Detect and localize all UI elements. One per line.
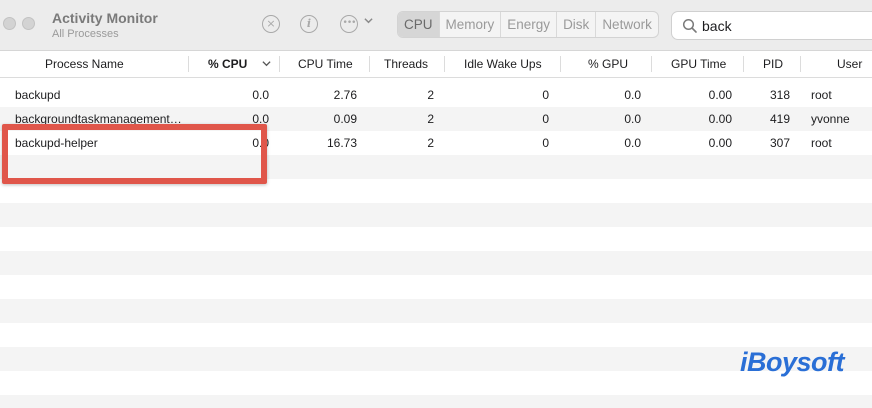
column-divider[interactable] (800, 56, 801, 72)
cpu-time: 16.73 (326, 136, 357, 150)
column-header-gpu-time[interactable]: GPU Time (671, 51, 726, 77)
empty-row (0, 203, 872, 227)
cpu-time: 0.09 (333, 112, 357, 126)
search-input[interactable] (702, 17, 872, 35)
toolbar: Activity Monitor All Processes × i ••• C… (0, 0, 872, 51)
threads: 2 (427, 112, 434, 126)
gpu-time: 0.00 (708, 88, 732, 102)
gpu-percent: 0.0 (624, 136, 641, 150)
window-title: Activity Monitor (52, 10, 158, 26)
column-header-idle-wake-ups[interactable]: Idle Wake Ups (464, 51, 542, 77)
stop-process-icon[interactable]: × (262, 15, 280, 33)
column-header-cpu[interactable]: % CPU (208, 51, 247, 77)
user: root (811, 136, 832, 150)
watermark-logo: iBoysoft (740, 347, 845, 377)
info-icon[interactable]: i (300, 15, 318, 33)
cpu-percent: 0.0 (252, 88, 269, 102)
column-header-user[interactable]: User (837, 51, 862, 77)
tab-cpu[interactable]: CPU (398, 12, 440, 37)
search-icon (682, 18, 697, 33)
column-divider[interactable] (188, 56, 189, 72)
gpu-percent: 0.0 (624, 112, 641, 126)
idle-wake-ups: 0 (542, 112, 549, 126)
threads: 2 (427, 88, 434, 102)
column-divider[interactable] (369, 56, 370, 72)
window-subtitle: All Processes (52, 28, 119, 40)
tab-network[interactable]: Network (596, 12, 658, 37)
gpu-time: 0.00 (708, 136, 732, 150)
column-divider[interactable] (651, 56, 652, 72)
window-title-block: Activity Monitor All Processes (52, 10, 158, 41)
empty-row (0, 395, 872, 408)
sort-descending-icon[interactable] (262, 59, 271, 68)
pid: 318 (769, 88, 790, 102)
table-header: Process Name % CPU CPU Time Threads Idle… (0, 51, 872, 78)
idle-wake-ups: 0 (542, 88, 549, 102)
column-header-gpu[interactable]: % GPU (588, 51, 628, 77)
pid: 307 (769, 136, 790, 150)
process-name: backupd (15, 88, 61, 102)
empty-row (0, 251, 872, 275)
search-field[interactable] (671, 11, 872, 40)
minimize-window-button[interactable] (22, 17, 35, 30)
idle-wake-ups: 0 (542, 136, 549, 150)
column-divider[interactable] (743, 56, 744, 72)
highlight-box (2, 124, 267, 184)
tab-disk[interactable]: Disk (557, 12, 597, 37)
column-divider[interactable] (560, 56, 561, 72)
threads: 2 (427, 136, 434, 150)
empty-row (0, 299, 872, 323)
cpu-time: 2.76 (333, 88, 357, 102)
view-tabs: CPU Memory Energy Disk Network (397, 11, 659, 38)
ellipsis-icon[interactable]: ••• (340, 15, 358, 33)
pid: 419 (769, 112, 790, 126)
gpu-percent: 0.0 (624, 88, 641, 102)
column-header-pid[interactable]: PID (763, 51, 783, 77)
column-header-threads[interactable]: Threads (384, 51, 428, 77)
tab-memory[interactable]: Memory (440, 12, 502, 37)
table-row[interactable]: backupd 0.0 2.76 2 0 0.0 0.00 318 root (0, 83, 872, 107)
close-window-button[interactable] (3, 17, 16, 30)
column-divider[interactable] (279, 56, 280, 72)
column-divider[interactable] (444, 56, 445, 72)
chevron-down-icon[interactable] (364, 16, 373, 28)
user: yvonne (811, 112, 850, 126)
tab-energy[interactable]: Energy (501, 12, 558, 37)
column-header-cpu-time[interactable]: CPU Time (298, 51, 353, 77)
user: root (811, 88, 832, 102)
gpu-time: 0.00 (708, 112, 732, 126)
column-header-process-name[interactable]: Process Name (45, 51, 124, 77)
